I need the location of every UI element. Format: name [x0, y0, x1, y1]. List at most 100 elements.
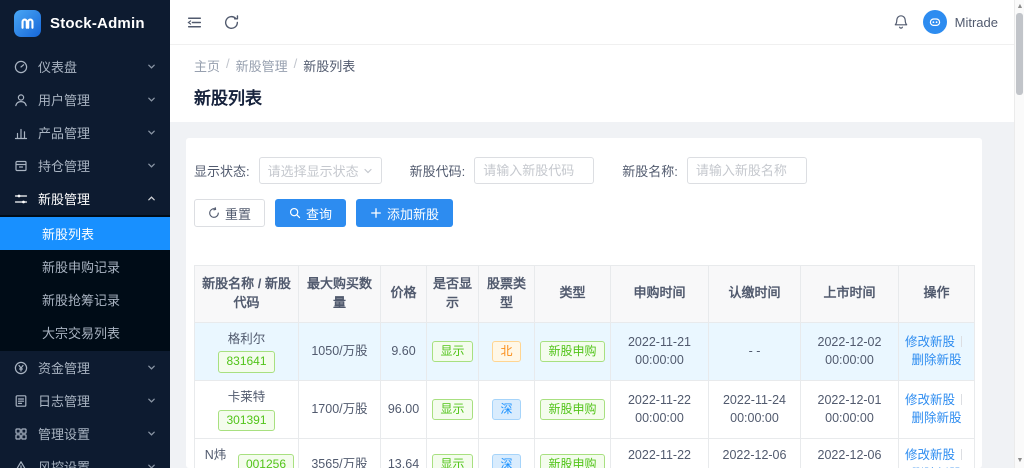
- risk-icon: [14, 459, 29, 468]
- name-input[interactable]: [687, 157, 807, 184]
- reset-button[interactable]: 重置: [194, 199, 265, 227]
- stock-type-badge: 深: [492, 399, 520, 420]
- chevron-down-icon: [147, 128, 156, 137]
- content: 显示状态: 请选择显示状态 新股代码: 新股名称:: [170, 122, 1014, 468]
- stock-code-badge: 001256: [238, 454, 294, 468]
- apply-date: 2022-11-21: [615, 333, 704, 352]
- search-button[interactable]: 查询: [275, 199, 346, 227]
- main-area: Mitrade 主页 / 新股管理 / 新股列表 新股列表 显示状态: 请选择显…: [170, 0, 1014, 468]
- pay-date: - -: [713, 342, 796, 361]
- page-header: 主页 / 新股管理 / 新股列表 新股列表: [170, 45, 1014, 122]
- reset-button-label: 重置: [225, 204, 251, 223]
- chevron-down-icon: [147, 363, 156, 372]
- sidebar: Stock-Admin 仪表盘 用户管理 产品管理 持仓管理 新股管理: [0, 0, 170, 468]
- delete-stock-link[interactable]: 删除新股: [911, 353, 961, 367]
- apply-time: 00:00:00: [615, 351, 704, 370]
- filter-code: 新股代码:: [410, 157, 595, 184]
- chevron-down-icon: [147, 429, 156, 438]
- breadcrumb-home[interactable]: 主页: [194, 56, 220, 75]
- pay-date: 2022-11-24: [713, 391, 796, 410]
- sidebar-item-logs[interactable]: 日志管理: [0, 384, 170, 417]
- stock-type-badge: 深: [492, 454, 520, 468]
- visible-badge: 显示: [432, 399, 472, 420]
- sidebar-item-holdings[interactable]: 持仓管理: [0, 149, 170, 182]
- link-divider: [961, 336, 962, 347]
- sidebar-item-label: 新股管理: [38, 189, 90, 208]
- col-stock-type: 股票类型: [479, 266, 535, 323]
- sidebar-item-label: 日志管理: [38, 391, 90, 410]
- type-badge: 新股申购: [540, 399, 604, 420]
- table-row: 格利尔831641 1050/万股 9.60 显示 北 新股申购 2022-11…: [195, 322, 975, 380]
- menu-fold-icon[interactable]: [186, 14, 203, 31]
- sidebar-item-dashboard[interactable]: 仪表盘: [0, 50, 170, 83]
- col-apply-time: 申购时间: [611, 266, 709, 323]
- sidebar-item-label: 仪表盘: [38, 57, 77, 76]
- stock-name: 格利尔: [228, 330, 266, 349]
- search-button-label: 查询: [306, 204, 332, 223]
- sidebar-subitem-block-trade-list[interactable]: 大宗交易列表: [0, 316, 170, 349]
- col-operations: 操作: [899, 266, 975, 323]
- col-pay-time: 认缴时间: [709, 266, 801, 323]
- pay-time: 00:00:00: [713, 409, 796, 428]
- code-input[interactable]: [474, 157, 594, 184]
- stock-name: 卡莱特: [228, 388, 266, 407]
- sidebar-menu: 仪表盘 用户管理 产品管理 持仓管理 新股管理 新股列表: [0, 50, 170, 468]
- delete-stock-link[interactable]: 删除新股: [911, 411, 961, 425]
- user-menu[interactable]: Mitrade: [923, 10, 998, 34]
- list-date: 2022-12-01: [805, 391, 894, 410]
- type-badge: 新股申购: [540, 341, 604, 362]
- new-stock-table: 新股名称 / 新股代码 最大购买数量 价格 是否显示 股票类型 类型 申购时间 …: [194, 265, 975, 468]
- visible-badge: 显示: [432, 454, 472, 468]
- edit-stock-link[interactable]: 修改新股: [905, 393, 955, 407]
- app-logo: Stock-Admin: [0, 0, 170, 46]
- topbar: Mitrade: [170, 0, 1014, 45]
- sidebar-item-new-stock[interactable]: 新股管理: [0, 182, 170, 215]
- breadcrumb-separator: /: [226, 56, 230, 75]
- dashboard-icon: [14, 59, 29, 74]
- sidebar-item-admin-settings[interactable]: 管理设置: [0, 417, 170, 450]
- col-name-code: 新股名称 / 新股代码: [195, 266, 299, 323]
- money-icon: [14, 360, 29, 375]
- holdings-icon: [14, 158, 29, 173]
- sidebar-item-funds[interactable]: 资金管理: [0, 351, 170, 384]
- new-stock-submenu: 新股列表 新股申购记录 新股抢筹记录 大宗交易列表: [0, 215, 170, 351]
- scroll-down-arrow-icon[interactable]: ▼: [1016, 456, 1024, 466]
- sidebar-subitem-grab-records[interactable]: 新股抢筹记录: [0, 283, 170, 316]
- visible-badge: 显示: [432, 341, 472, 362]
- user-icon: [14, 92, 29, 107]
- filter-bar: 显示状态: 请选择显示状态 新股代码: 新股名称:: [194, 157, 974, 184]
- vertical-scrollbar[interactable]: ▲ ▼: [1014, 0, 1024, 468]
- sidebar-item-label: 产品管理: [38, 123, 90, 142]
- sidebar-item-products[interactable]: 产品管理: [0, 116, 170, 149]
- table-header-row: 新股名称 / 新股代码 最大购买数量 价格 是否显示 股票类型 类型 申购时间 …: [195, 266, 975, 323]
- refresh-icon[interactable]: [223, 14, 240, 31]
- status-select-placeholder: 请选择显示状态: [268, 161, 359, 180]
- add-button-label: 添加新股: [387, 204, 439, 223]
- notification-bell-icon[interactable]: [893, 14, 909, 30]
- avatar: [923, 10, 947, 34]
- scrollbar-thumb[interactable]: [1016, 13, 1023, 95]
- sidebar-subitem-subscribe-records[interactable]: 新股申购记录: [0, 250, 170, 283]
- sidebar-item-label: 管理设置: [38, 424, 90, 443]
- add-new-stock-button[interactable]: 添加新股: [356, 199, 453, 227]
- edit-stock-link[interactable]: 修改新股: [905, 335, 955, 349]
- sidebar-item-risk-settings[interactable]: 风控设置: [0, 450, 170, 468]
- sidebar-item-users[interactable]: 用户管理: [0, 83, 170, 116]
- sidebar-subitem-label: 新股申购记录: [42, 257, 120, 276]
- price-cell: 13.64: [381, 438, 427, 468]
- stock-name: N炜冈: [199, 446, 232, 468]
- sidebar-subitem-new-stock-list[interactable]: 新股列表: [0, 217, 170, 250]
- plus-icon: [370, 207, 382, 219]
- scroll-up-arrow-icon[interactable]: ▲: [1016, 2, 1024, 12]
- breadcrumb-current: 新股列表: [303, 56, 355, 75]
- status-select[interactable]: 请选择显示状态: [259, 157, 382, 184]
- action-buttons: 重置 查询 添加新股: [194, 199, 974, 227]
- stock-code-badge: 831641: [218, 351, 274, 372]
- edit-stock-link[interactable]: 修改新股: [905, 448, 955, 462]
- sidebar-item-label: 风控设置: [38, 457, 90, 468]
- page-title: 新股列表: [194, 84, 990, 109]
- sidebar-subitem-label: 新股抢筹记录: [42, 290, 120, 309]
- card: 显示状态: 请选择显示状态 新股代码: 新股名称:: [186, 138, 982, 468]
- max-buy-cell: 1050/万股: [299, 322, 381, 380]
- breadcrumb-new-stock-mgmt[interactable]: 新股管理: [236, 56, 288, 75]
